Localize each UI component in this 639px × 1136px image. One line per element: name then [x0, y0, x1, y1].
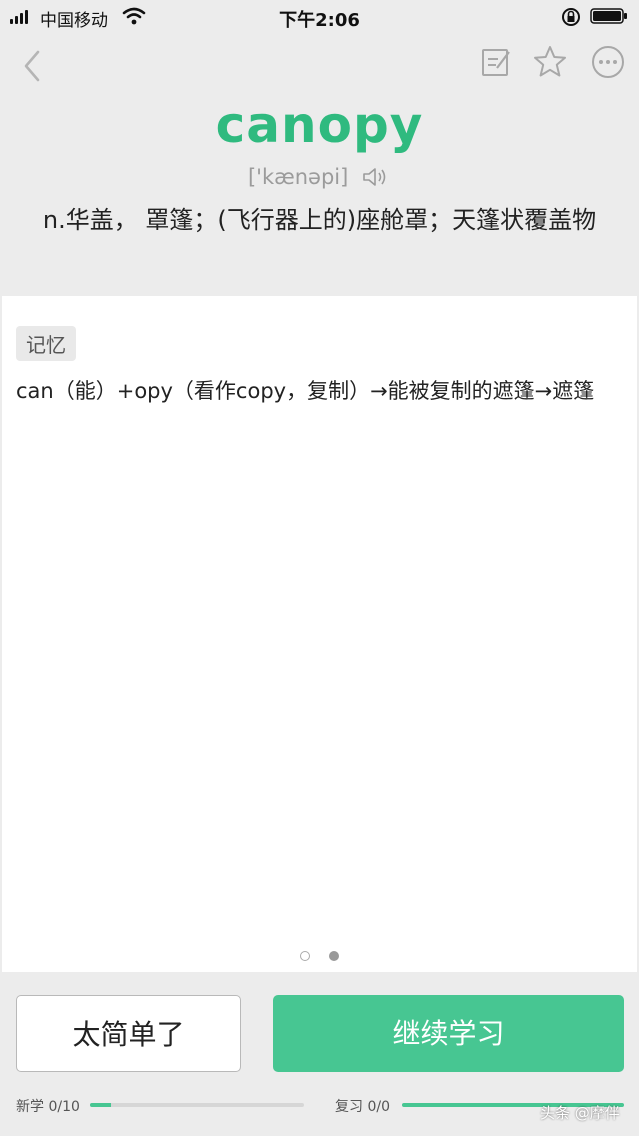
- speaker-icon[interactable]: [361, 165, 391, 189]
- new-learn-progress-bar: [90, 1103, 304, 1107]
- page-indicator: [2, 946, 637, 965]
- battery-icon: [590, 8, 627, 24]
- new-learn-progress-label: 新学 0/10: [16, 1099, 80, 1115]
- page-dot-active[interactable]: [329, 951, 340, 961]
- too-easy-button[interactable]: 太简单了: [16, 995, 241, 1072]
- status-bar: 中国移动 下午2:06: [0, 0, 639, 34]
- memory-tag: 记忆: [16, 326, 76, 361]
- rotation-lock-icon: [562, 8, 580, 26]
- more-options-icon[interactable]: [590, 44, 626, 80]
- favorite-star-icon[interactable]: [532, 44, 568, 80]
- definition: n.华盖， 罩篷；(飞行器上的)座舱罩；天篷状覆盖物: [42, 206, 597, 234]
- back-chevron-icon[interactable]: [18, 46, 46, 86]
- memory-card: 记忆 can（能）+opy（看作copy，复制）→能被复制的遮篷→遮篷: [2, 296, 637, 972]
- status-time: 下午2:06: [279, 10, 360, 31]
- review-progress-label: 复习 0/0: [335, 1099, 390, 1115]
- watermark: 头条 @摩伴: [540, 1104, 620, 1122]
- continue-learning-button[interactable]: 继续学习: [273, 995, 624, 1072]
- note-edit-icon[interactable]: [478, 44, 514, 80]
- page-dot[interactable]: [299, 951, 310, 961]
- new-learn-progress-fill: [90, 1103, 112, 1107]
- phonetic-text: ['kænəpi]: [247, 165, 349, 189]
- memory-mnemonic: can（能）+opy（看作copy，复制）→能被复制的遮篷→遮篷: [16, 379, 595, 403]
- phonetic-row: ['kænəpi]: [0, 164, 639, 189]
- headword: canopy: [215, 96, 424, 154]
